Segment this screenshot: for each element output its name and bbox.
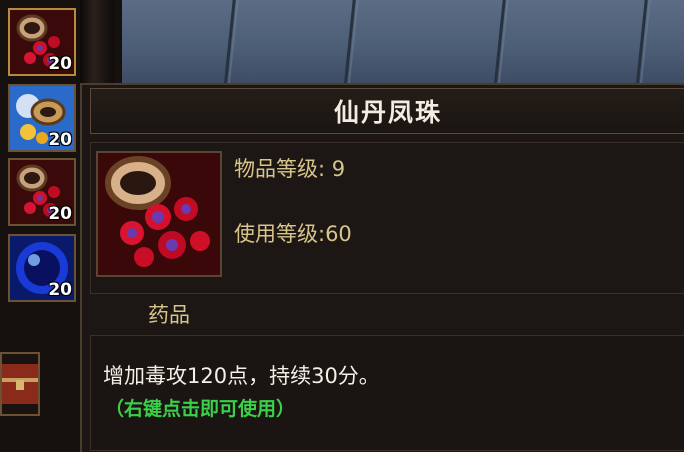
chest-slot[interactable] [0,352,40,416]
inventory-slot-2[interactable]: 20 [8,84,76,152]
potion-jar-icon [98,153,220,275]
description-box: 增加毒攻120点，持续30分。 （右键点击即可使用） [90,335,684,451]
use-level: 使用等级:60 [234,222,352,246]
item-category: 药品 [148,303,190,327]
item-icon-frame [96,151,222,277]
inventory-slot-3[interactable]: 20 [8,158,76,226]
item-count: 20 [48,204,72,224]
item-name: 仙丹凤珠 [90,88,684,134]
floor-background [120,0,684,90]
item-count: 20 [48,130,72,150]
item-count: 20 [48,54,72,74]
usage-hint: （右键点击即可使用） [105,398,296,420]
item-tooltip: 仙丹凤珠 物品等级: 9 使用等级:60 药品 增加毒攻120点，持续30分。 … [80,83,684,452]
inventory-slot-4[interactable]: 20 [8,234,76,302]
item-description: 增加毒攻120点，持续30分。 [103,364,380,388]
item-count: 20 [48,280,72,300]
chest-icon [2,364,38,404]
inventory-slot-1[interactable]: 20 [8,8,76,76]
item-level: 物品等级: 9 [234,157,346,181]
